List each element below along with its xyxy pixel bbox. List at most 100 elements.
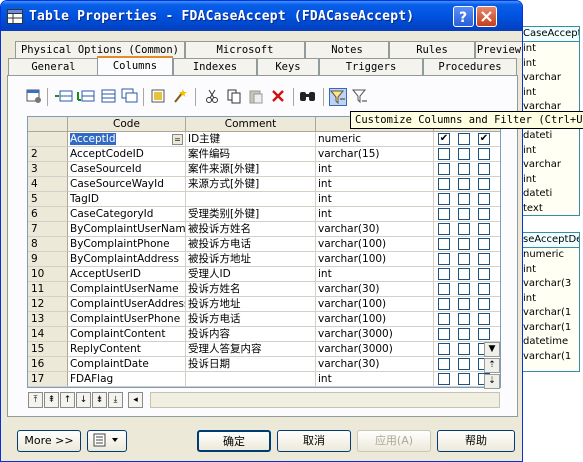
mandatory-checkbox[interactable]: ✔ (478, 133, 490, 145)
copy-rows-icon[interactable] (121, 88, 139, 106)
mandatory-checkbox[interactable] (478, 178, 490, 190)
column-code-cell[interactable]: AcceptUserID (68, 267, 186, 282)
cancel-button[interactable]: 取消 (277, 430, 351, 452)
find-icon[interactable] (299, 88, 317, 106)
row-number[interactable]: 12 (28, 297, 68, 312)
menu-button[interactable] (87, 430, 127, 452)
column-comment-cell[interactable] (186, 372, 316, 387)
foreign-key-checkbox[interactable] (458, 268, 470, 280)
primary-key-checkbox[interactable] (438, 328, 450, 340)
foreign-key-checkbox[interactable] (458, 328, 470, 340)
help-icon[interactable]: ? (453, 6, 474, 27)
primary-key-checkbox[interactable]: ✔ (438, 133, 450, 145)
tab-indexes[interactable]: Indexes (173, 58, 257, 75)
foreign-key-checkbox[interactable] (458, 193, 470, 205)
table-row[interactable]: 17 FDAFlag int (28, 372, 500, 387)
foreign-key-checkbox[interactable] (458, 358, 470, 370)
tab-general[interactable]: General (8, 58, 99, 75)
column-code-cell[interactable]: CaseSourceWayId (68, 177, 186, 192)
primary-key-checkbox[interactable] (438, 163, 450, 175)
primary-key-checkbox[interactable] (438, 313, 450, 325)
table-row[interactable]: 5 TagID int (28, 192, 500, 207)
row-number[interactable]: 10 (28, 267, 68, 282)
column-comment-cell[interactable]: 受理人答复内容 (186, 342, 316, 357)
column-code-cell[interactable]: ComplaintContent (68, 327, 186, 342)
column-comment-cell[interactable]: 案件编码 (186, 147, 316, 162)
column-comment-cell[interactable]: 受理人ID (186, 267, 316, 282)
column-comment-cell[interactable]: ID主键 (186, 132, 316, 147)
primary-key-checkbox[interactable] (438, 358, 450, 370)
column-data-type-cell[interactable]: varchar(15) (316, 147, 434, 162)
mandatory-checkbox[interactable] (478, 298, 490, 310)
column-data-type-cell[interactable]: int (316, 192, 434, 207)
tab-notes[interactable]: Notes (305, 41, 389, 58)
tab-columns[interactable]: Columns (97, 56, 173, 75)
cut-icon[interactable] (203, 88, 221, 106)
page-up-icon[interactable]: ⇞ (44, 392, 59, 408)
column-data-type-cell[interactable]: varchar(30) (316, 282, 434, 297)
table-row[interactable]: 7 ByComplaintUserName 被投诉方姓名 varchar(30) (28, 222, 500, 237)
primary-key-checkbox[interactable] (438, 148, 450, 160)
column-data-type-cell[interactable]: int (316, 162, 434, 177)
table-row[interactable]: 10 AcceptUserID 受理人ID int (28, 267, 500, 282)
column-comment-cell[interactable]: 被投诉方地址 (186, 252, 316, 267)
paste-icon[interactable] (247, 88, 265, 106)
foreign-key-checkbox[interactable] (458, 253, 470, 265)
tab-procedures[interactable]: Procedures (423, 58, 517, 75)
tab-microsoft[interactable]: Microsoft (185, 41, 305, 58)
foreign-key-checkbox[interactable] (458, 133, 470, 145)
foreign-key-checkbox[interactable] (458, 343, 470, 355)
column-header-comment[interactable]: Comment (186, 117, 316, 132)
table-row[interactable]: 14 ComplaintContent 投诉内容 varchar(3000) (28, 327, 500, 342)
foreign-key-checkbox[interactable] (458, 208, 470, 220)
column-data-type-cell[interactable]: int (316, 267, 434, 282)
row-number[interactable]: 7 (28, 222, 68, 237)
column-code-cell[interactable]: AcceptCodeID (68, 147, 186, 162)
primary-key-checkbox[interactable] (438, 268, 450, 280)
page-down-icon[interactable]: ⇟ (92, 392, 107, 408)
horizontal-scrollbar[interactable] (150, 392, 500, 408)
row-number[interactable]: 17 (28, 372, 68, 387)
foreign-key-checkbox[interactable] (458, 373, 470, 385)
column-comment-cell[interactable] (186, 192, 316, 207)
cell-editor-button[interactable]: = (172, 134, 183, 145)
table-row[interactable]: 12 ComplaintUserAddress 投诉方地址 varchar(100) (28, 297, 500, 312)
row-number[interactable]: 2 (28, 147, 68, 162)
mandatory-checkbox[interactable] (478, 223, 490, 235)
move-top-icon[interactable]: ⤒ (28, 392, 43, 408)
row-down-icon[interactable]: ↓ (76, 392, 91, 408)
properties-icon[interactable] (25, 88, 43, 106)
column-code-cell[interactable]: ByComplaintAddress (68, 252, 186, 267)
more-button[interactable]: More >> (17, 430, 81, 452)
table-row[interactable]: 8 ByComplaintPhone 被投诉方电话 varchar(100) (28, 237, 500, 252)
mandatory-checkbox[interactable] (478, 328, 490, 340)
foreign-key-checkbox[interactable] (458, 298, 470, 310)
foreign-key-checkbox[interactable] (458, 283, 470, 295)
scroll-left-icon[interactable]: ◂ (128, 392, 143, 408)
move-up-icon[interactable]: ⇡ (484, 358, 500, 373)
customize-columns-filter-icon[interactable] (329, 88, 347, 106)
column-comment-cell[interactable]: 受理类别[外键] (186, 207, 316, 222)
mandatory-checkbox[interactable] (478, 238, 490, 250)
table-row[interactable]: 3 CaseSourceId 案件来源[外键] int (28, 162, 500, 177)
add-row-icon[interactable] (55, 88, 73, 106)
row-number[interactable]: 11 (28, 282, 68, 297)
foreign-key-checkbox[interactable] (458, 178, 470, 190)
table-row[interactable]: 4 CaseSourceWayId 来源方式[外键] int (28, 177, 500, 192)
column-data-type-cell[interactable]: varchar(100) (316, 312, 434, 327)
column-code-cell[interactable]: ComplaintUserAddress (68, 297, 186, 312)
row-number[interactable] (28, 132, 68, 147)
column-data-type-cell[interactable]: int (316, 207, 434, 222)
column-comment-cell[interactable]: 投诉方地址 (186, 297, 316, 312)
column-data-type-cell[interactable]: varchar(3000) (316, 327, 434, 342)
foreign-key-checkbox[interactable] (458, 163, 470, 175)
tab-triggers[interactable]: Triggers (319, 58, 423, 75)
table-row[interactable]: 2 AcceptCodeID 案件编码 varchar(15) (28, 147, 500, 162)
mandatory-checkbox[interactable] (478, 253, 490, 265)
column-data-type-cell[interactable]: varchar(100) (316, 237, 434, 252)
mandatory-checkbox[interactable] (478, 268, 490, 280)
column-data-type-cell[interactable]: varchar(30) (316, 222, 434, 237)
primary-key-checkbox[interactable] (438, 238, 450, 250)
column-code-cell[interactable]: CaseCategoryId (68, 207, 186, 222)
column-comment-cell[interactable]: 来源方式[外键] (186, 177, 316, 192)
